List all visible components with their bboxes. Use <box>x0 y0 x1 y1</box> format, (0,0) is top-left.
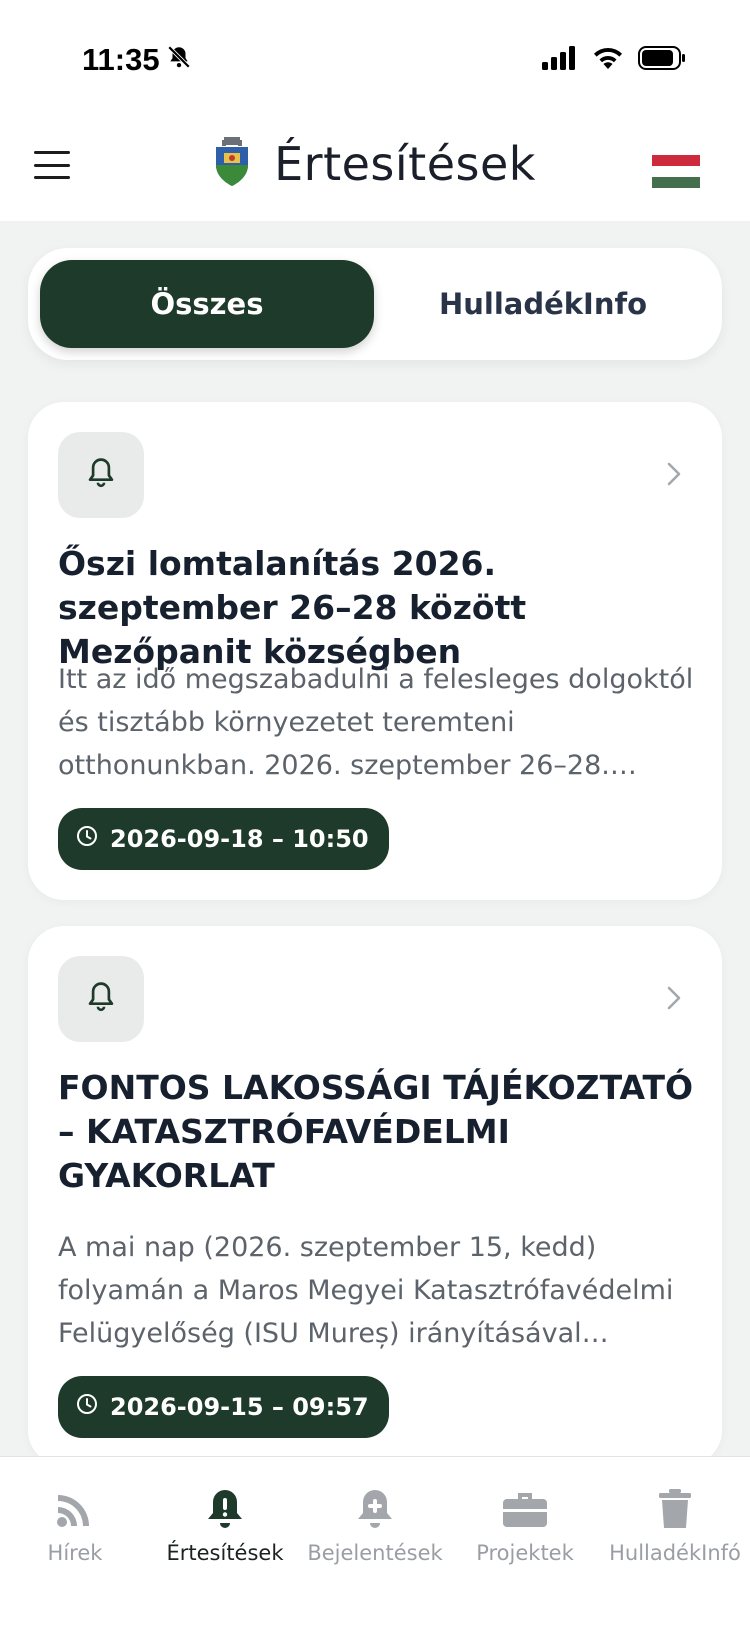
status-indicators <box>542 46 686 74</box>
notification-date: 2026-09-15 – 09:57 <box>110 1393 369 1421</box>
nav-item-hirek[interactable]: Hírek <box>0 1457 150 1577</box>
notification-title: FONTOS LAKOSSÁGI TÁJÉKOZTATÓ – KATASZTRÓ… <box>58 1068 694 1195</box>
tab-hulladekinfo[interactable]: HulladékInfo <box>376 260 710 348</box>
language-flag-icon[interactable] <box>652 155 700 188</box>
filter-segmented-control: Összes HulladékInfo <box>28 248 722 360</box>
page-title: Értesítések <box>274 137 536 191</box>
chevron-right-icon[interactable] <box>666 984 682 1012</box>
notification-bell-badge <box>58 956 144 1042</box>
briefcase-icon <box>502 1485 548 1533</box>
app-header: Értesítések <box>0 115 750 221</box>
chevron-right-icon[interactable] <box>666 460 682 488</box>
bell-alert-icon <box>205 1485 245 1533</box>
notification-excerpt: A mai nap (2026. szeptember 15, kedd) fo… <box>58 1232 674 1349</box>
notification-excerpt: Itt az idő megszabadulni a felesleges do… <box>58 664 694 781</box>
notification-date: 2026-09-18 – 10:50 <box>110 825 369 853</box>
status-time: 11:35 <box>82 42 192 78</box>
nav-item-projektek[interactable]: Projektek <box>450 1457 600 1577</box>
clock-icon <box>76 1393 98 1421</box>
nav-label: HulladékInfó <box>609 1541 741 1565</box>
silent-mode-icon <box>166 42 192 78</box>
notification-title: Őszi lomtalanítás 2026. szeptember 26–28… <box>58 544 527 671</box>
bottom-navigation: Hírek Értesítések Bejelentések Projektek… <box>0 1456 750 1633</box>
notification-date-badge: 2026-09-15 – 09:57 <box>58 1376 389 1438</box>
nav-item-hulladekinfo[interactable]: HulladékInfó <box>600 1457 750 1577</box>
notification-card[interactable]: FONTOS LAKOSSÁGI TÁJÉKOZTATÓ – KATASZTRÓ… <box>28 926 722 1466</box>
tab-all[interactable]: Összes <box>40 260 374 348</box>
clock-icon <box>76 825 98 853</box>
nav-label: Bejelentések <box>307 1541 443 1565</box>
status-time-text: 11:35 <box>82 42 160 77</box>
trash-icon <box>657 1485 693 1533</box>
nav-label: Értesítések <box>166 1541 284 1565</box>
header-title-group: Értesítések <box>0 137 750 191</box>
nav-item-ertesitesek[interactable]: Értesítések <box>150 1457 300 1577</box>
bell-plus-icon <box>355 1485 395 1533</box>
bell-icon <box>86 456 116 494</box>
nav-label: Projektek <box>476 1541 574 1565</box>
battery-icon <box>638 46 686 74</box>
cellular-signal-icon <box>542 46 578 74</box>
rss-icon <box>55 1485 95 1533</box>
nav-label: Hírek <box>47 1541 103 1565</box>
bell-icon <box>86 980 116 1018</box>
status-bar: 11:35 <box>0 0 750 115</box>
notification-date-badge: 2026-09-18 – 10:50 <box>58 808 389 870</box>
notification-card[interactable]: Őszi lomtalanítás 2026. szeptember 26–28… <box>28 402 722 900</box>
nav-item-bejelentesek[interactable]: Bejelentések <box>300 1457 450 1577</box>
coat-of-arms-icon <box>214 137 250 191</box>
wifi-icon <box>592 46 624 74</box>
notification-bell-badge <box>58 432 144 518</box>
